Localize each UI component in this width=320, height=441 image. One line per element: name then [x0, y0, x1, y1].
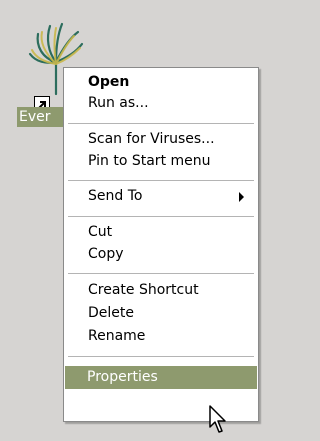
menu-item-create-shortcut[interactable]: Create Shortcut	[66, 280, 256, 301]
menu-separator	[68, 216, 254, 217]
menu-separator	[68, 123, 254, 124]
desktop-icon-label[interactable]: Ever	[17, 107, 65, 127]
menu-item-scan-for-viruses[interactable]: Scan for Viruses...	[66, 129, 256, 150]
menu-item-cut[interactable]: Cut	[66, 222, 256, 243]
menu-separator	[68, 180, 254, 181]
menu-item-run-as[interactable]: Run as...	[66, 93, 256, 114]
menu-item-delete[interactable]: Delete	[66, 303, 256, 324]
menu-item-send-to[interactable]: Send To	[66, 186, 256, 207]
menu-separator	[68, 356, 254, 357]
menu-separator	[68, 273, 254, 274]
menu-item-copy[interactable]: Copy	[66, 244, 256, 265]
context-menu: Open Run as... Scan for Viruses... Pin t…	[63, 67, 259, 422]
menu-item-rename[interactable]: Rename	[66, 326, 256, 347]
mouse-cursor-icon	[209, 405, 226, 433]
menu-item-open[interactable]: Open	[66, 72, 256, 93]
submenu-arrow-icon	[239, 192, 244, 202]
menu-item-pin-to-start-menu[interactable]: Pin to Start menu	[66, 151, 256, 172]
menu-item-properties[interactable]: Properties	[65, 366, 257, 389]
menu-item-send-to-label: Send To	[88, 188, 143, 204]
